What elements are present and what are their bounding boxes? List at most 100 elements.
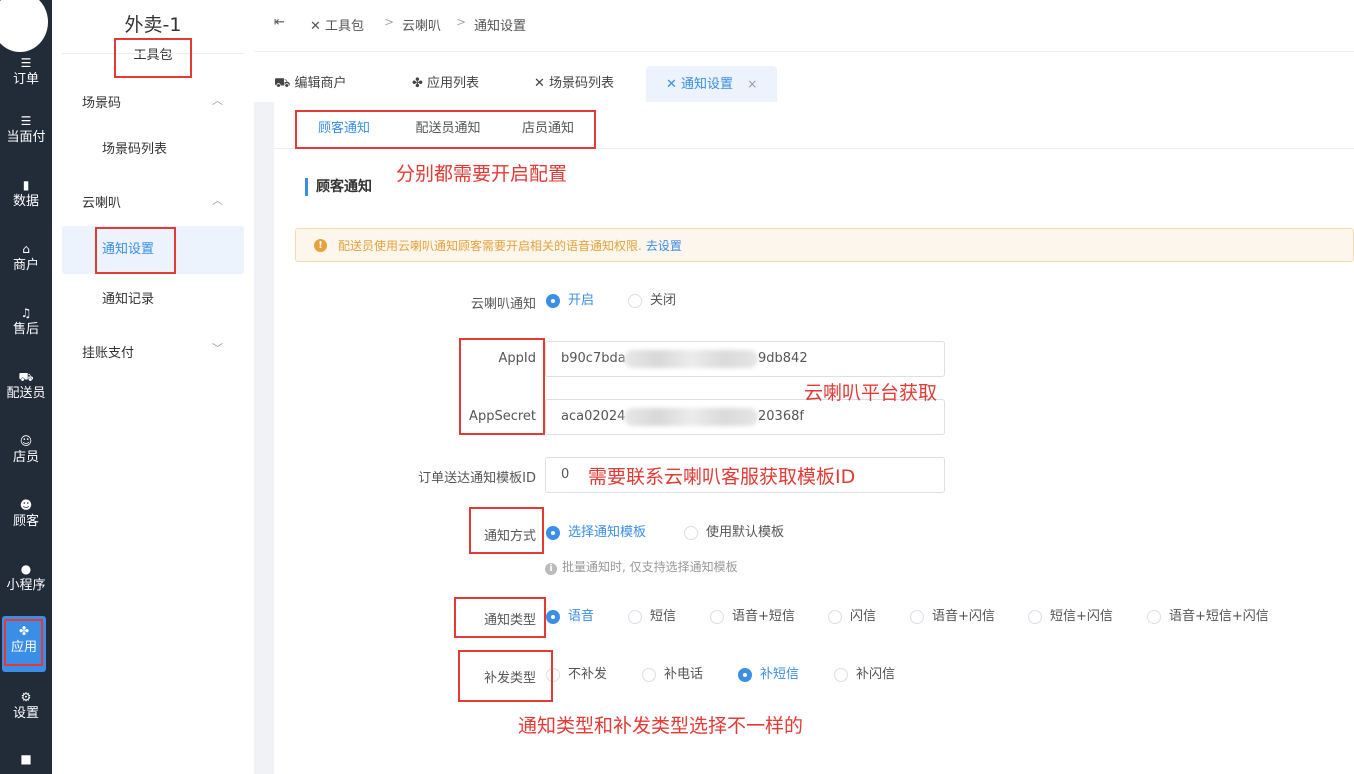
radio-notify-on[interactable]: 开启 (546, 293, 594, 309)
tab-edit-merchant[interactable]: ⛟ 编辑商户 (274, 66, 347, 102)
tools-icon: ✕ (310, 19, 321, 34)
nav-item-notify-records[interactable]: 通知记录 (62, 276, 244, 324)
customer-icon: ☻ (19, 498, 33, 512)
warning-alert: ! 配送员使用云喇叭通知顾客需要开启相关的语音通知权限. 去设置 (295, 228, 1354, 262)
radio-dot (710, 610, 724, 624)
chevron-up-icon[interactable]: ︿ (212, 92, 223, 108)
annotation-subtabs: 分别都需要开启配置 (396, 163, 568, 185)
annotation-box (95, 227, 176, 274)
annotation-box (459, 338, 545, 435)
rail-item-miniprogram[interactable]: ● 小程序 (0, 554, 52, 610)
redacted-blur (624, 408, 758, 426)
radio-notify-off[interactable]: 关闭 (628, 293, 676, 309)
tools-icon: ✕ (666, 77, 677, 92)
radio-type-voice-sms[interactable]: 语音+短信 (710, 609, 795, 625)
radio-dot (1147, 610, 1161, 624)
breadcrumb-item[interactable]: 云喇叭 (402, 15, 441, 34)
rail-item-face-pay[interactable]: ☰ 当面付 (0, 106, 52, 162)
tab-notify-settings[interactable]: ✕ 通知设置 × (646, 66, 778, 102)
annotation-box (454, 597, 546, 638)
avatar[interactable] (0, 0, 48, 52)
annotation-box (469, 507, 544, 554)
radio-dot (546, 526, 560, 540)
info-icon: i (545, 563, 557, 575)
delivery-icon: ⛟ (18, 370, 34, 384)
nav-group-scene-code[interactable]: 场景码 (82, 92, 121, 111)
rail-item-courier[interactable]: ⛟ 配送员 (0, 362, 52, 418)
radio-dot (738, 668, 752, 682)
rail-item-merchant[interactable]: ⌂ 商户 (0, 234, 52, 290)
warning-icon: ! (314, 239, 327, 252)
annotation-box (458, 650, 553, 702)
radio-resend-sms[interactable]: 补短信 (738, 667, 799, 683)
radio-dot (1028, 610, 1042, 624)
radio-type-voice-flash[interactable]: 语音+闪信 (910, 609, 995, 625)
store-icon: ⌂ (22, 242, 30, 256)
radio-resend-none[interactable]: 不补发 (546, 667, 607, 683)
collapse-menu-icon[interactable]: ⇤ (274, 15, 285, 30)
radio-dot (828, 610, 842, 624)
tools-icon: ✕ (534, 76, 545, 91)
nav-group-yunlaba[interactable]: 云喇叭 (82, 192, 121, 211)
annotation-box (114, 38, 192, 78)
notify-toggle-label: 云喇叭通知 (470, 297, 536, 312)
nav-group-credit-pay[interactable]: 挂账支付 (82, 342, 134, 361)
breadcrumb-separator: > (384, 15, 395, 29)
page-tabs: ⛟ 编辑商户 ✤ 应用列表 ✕ 场景码列表 ✕ 通知设置 × (254, 52, 1354, 102)
radio-type-flash[interactable]: 闪信 (828, 609, 876, 625)
radio-type-voice[interactable]: 语音 (546, 609, 594, 625)
staff-icon: ☺ (19, 434, 33, 448)
rail-item-data[interactable]: ▮ 数据 (0, 170, 52, 226)
radio-method-template[interactable]: 选择通知模板 (546, 525, 646, 541)
wechat-icon: ● (20, 562, 32, 576)
appid-input[interactable]: b90c7bda 9db842 (545, 341, 945, 377)
radio-method-default[interactable]: 使用默认模板 (684, 525, 784, 541)
go-settings-link[interactable]: 去设置 (646, 239, 682, 253)
section-title: 顾客通知 (305, 178, 372, 196)
template-id-label: 订单送达通知模板ID (418, 471, 536, 486)
chevron-down-icon[interactable]: ﹀ (212, 340, 223, 356)
method-hint: i 批量通知时, 仅支持选择通知模板 (545, 558, 738, 575)
sub-navigation: 外卖-1 工具包 场景码 ︿ 场景码列表 云喇叭 ︿ 通知设置 通知记录 挂账支… (52, 0, 254, 774)
radio-dot (546, 610, 560, 624)
lock-icon: ■ (20, 752, 32, 766)
breadcrumb-item: 通知设置 (474, 19, 527, 34)
chevron-up-icon[interactable]: ︿ (212, 192, 223, 208)
settings-icon: ⚙ (20, 690, 32, 704)
rail-item-aftersale[interactable]: ♫ 售后 (0, 298, 52, 354)
annotation-template: 需要联系云喇叭客服获取模板ID (588, 466, 856, 488)
rail-item-staff[interactable]: ☺ 店员 (0, 426, 52, 482)
radio-type-sms[interactable]: 短信 (628, 609, 676, 625)
apps-icon: ✤ (412, 76, 423, 91)
radio-dot (546, 294, 560, 308)
radio-type-voice-sms-flash[interactable]: 语音+短信+闪信 (1147, 609, 1269, 625)
radio-resend-call[interactable]: 补电话 (642, 667, 703, 683)
alert-text: 配送员使用云喇叭通知顾客需要开启相关的语音通知权限. (338, 239, 642, 253)
radio-dot (684, 526, 698, 540)
radio-dot (910, 610, 924, 624)
annotation-box (4, 619, 43, 666)
tab-scene-code-list[interactable]: ✕ 场景码列表 (534, 66, 614, 102)
rail-item-customer[interactable]: ☻ 顾客 (0, 490, 52, 546)
breadcrumb: ✕ 工具包 (310, 15, 364, 34)
breadcrumb-separator: > (456, 15, 467, 29)
list-icon: ☰ (20, 56, 32, 70)
rail-item-lock[interactable]: ■ (0, 744, 52, 774)
radio-dot (642, 668, 656, 682)
close-icon[interactable]: × (747, 77, 757, 91)
nav-item-scene-code-list[interactable]: 场景码列表 (62, 126, 244, 174)
rail-item-settings[interactable]: ⚙ 设置 (0, 682, 52, 738)
radio-dot (628, 294, 642, 308)
radio-resend-flash[interactable]: 补闪信 (834, 667, 895, 683)
rail-item-orders[interactable]: ☰ 订单 (0, 48, 52, 104)
breadcrumb-item[interactable]: 工具包 (325, 19, 364, 34)
annotation-type: 通知类型和补发类型选择不一样的 (518, 715, 804, 737)
top-bar: ⇤ ✕ 工具包 > 云喇叭 > 通知设置 (254, 0, 1354, 52)
headset-icon: ♫ (20, 306, 32, 320)
shop-name: 外卖-1 (124, 14, 182, 36)
radio-type-sms-flash[interactable]: 短信+闪信 (1028, 609, 1113, 625)
tab-app-list[interactable]: ✤ 应用列表 (412, 66, 479, 102)
radio-dot (628, 610, 642, 624)
redacted-blur (624, 350, 758, 368)
list-icon: ☰ (20, 114, 32, 128)
